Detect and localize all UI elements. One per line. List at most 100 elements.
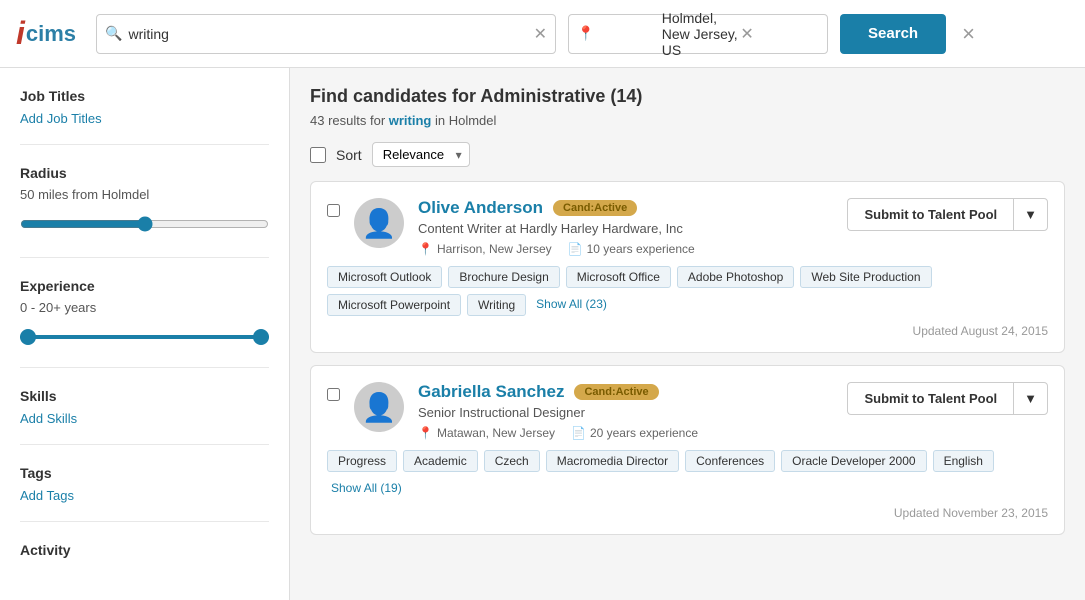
skills-label: Skills — [20, 388, 269, 404]
logo: i cims — [16, 15, 76, 52]
submit-to-talent-pool-button[interactable]: Submit to Talent Pool — [847, 382, 1013, 415]
experience-slider — [20, 325, 269, 349]
skill-tag: Conferences — [685, 450, 775, 472]
results-content: Find candidates for Administrative (14) … — [290, 68, 1085, 600]
candidate-meta: 📍 Matawan, New Jersey 📄 20 years experie… — [418, 426, 833, 440]
sidebar-skills: Skills Add Skills — [20, 388, 269, 445]
submit-dropdown-button[interactable]: ▼ — [1013, 198, 1048, 231]
add-tags-link[interactable]: Add Tags — [20, 488, 74, 503]
card-info: Olive Anderson Cand:Active Content Write… — [418, 198, 833, 256]
submit-to-talent-pool-button[interactable]: Submit to Talent Pool — [847, 198, 1013, 231]
experience-thumb-right[interactable] — [253, 329, 269, 345]
skill-tag: Adobe Photoshop — [677, 266, 794, 288]
sidebar-experience: Experience 0 - 20+ years — [20, 278, 269, 368]
location-search-box: 📍 Holmdel, New Jersey, US ✕ — [568, 14, 828, 54]
skill-tag: Oracle Developer 2000 — [781, 450, 926, 472]
location-clear-icon[interactable]: ✕ — [740, 24, 819, 44]
location-text: Matawan, New Jersey — [437, 426, 555, 440]
candidate-name-row: Gabriella Sanchez Cand:Active — [418, 382, 833, 402]
candidate-checkbox[interactable] — [327, 204, 340, 217]
candidate-title: Content Writer at Hardly Harley Hardware… — [418, 221, 833, 236]
keyword-input[interactable] — [128, 26, 533, 42]
skill-tag: English — [933, 450, 994, 472]
card-header: 👤 Olive Anderson Cand:Active Content Wri… — [327, 198, 1048, 256]
job-titles-label: Job Titles — [20, 88, 269, 104]
skill-tag: Writing — [467, 294, 526, 316]
updated-text: Updated August 24, 2015 — [327, 324, 1048, 338]
activity-label: Activity — [20, 542, 269, 558]
select-all-checkbox[interactable] — [310, 147, 326, 163]
skill-tag: Brochure Design — [448, 266, 559, 288]
skills-row: Microsoft Outlook Brochure Design Microsof… — [327, 266, 1048, 316]
radius-slider[interactable] — [20, 216, 269, 232]
show-all-link[interactable]: Show All (19) — [327, 478, 406, 498]
experience-text: 10 years experience — [587, 242, 695, 256]
sort-bar: Sort Relevance — [310, 142, 1065, 167]
add-job-titles-link[interactable]: Add Job Titles — [20, 111, 102, 126]
skills-row: Progress Academic Czech Macromedia Director… — [327, 450, 1048, 498]
experience-meta-icon: 📄 — [571, 426, 586, 440]
candidate-title: Senior Instructional Designer — [418, 405, 833, 420]
experience-track — [20, 335, 269, 339]
keyword-search-box: 🔍 ✕ — [96, 14, 556, 54]
experience-meta: 📄 20 years experience — [571, 426, 698, 440]
avatar: 👤 — [354, 198, 404, 248]
keyword-clear-icon[interactable]: ✕ — [534, 24, 547, 44]
skill-tag: Czech — [484, 450, 540, 472]
avatar-icon: 👤 — [362, 207, 397, 240]
skill-tag: Microsoft Outlook — [327, 266, 442, 288]
avatar-icon: 👤 — [362, 391, 397, 424]
candidate-list: 👤 Olive Anderson Cand:Active Content Wri… — [310, 181, 1065, 535]
logo-cims: cims — [26, 21, 76, 47]
experience-label: Experience — [20, 278, 269, 294]
results-suffix: in Holmdel — [431, 113, 496, 128]
status-badge: Cand:Active — [553, 200, 637, 216]
skill-tag: Macromedia Director — [546, 450, 679, 472]
candidate-name-row: Olive Anderson Cand:Active — [418, 198, 833, 218]
sort-select[interactable]: Relevance — [372, 142, 470, 167]
location-meta: 📍 Harrison, New Jersey — [418, 242, 552, 256]
avatar: 👤 — [354, 382, 404, 432]
radius-value: 50 miles from Holmdel — [20, 187, 269, 202]
location-meta-icon: 📍 — [418, 426, 433, 440]
card-info: Gabriella Sanchez Cand:Active Senior Ins… — [418, 382, 833, 440]
sidebar-tags: Tags Add Tags — [20, 465, 269, 522]
updated-text: Updated November 23, 2015 — [327, 506, 1048, 520]
sidebar-activity: Activity — [20, 542, 269, 582]
card-actions: Submit to Talent Pool ▼ — [847, 198, 1048, 231]
results-keyword: writing — [389, 113, 432, 128]
candidate-checkbox[interactable] — [327, 388, 340, 401]
location-text: Harrison, New Jersey — [437, 242, 552, 256]
add-skills-link[interactable]: Add Skills — [20, 411, 77, 426]
candidate-name[interactable]: Gabriella Sanchez — [418, 382, 564, 402]
sidebar-job-titles: Job Titles Add Job Titles — [20, 88, 269, 145]
candidate-name[interactable]: Olive Anderson — [418, 198, 543, 218]
search-icon: 🔍 — [105, 25, 122, 42]
experience-thumb-left[interactable] — [20, 329, 36, 345]
experience-value: 0 - 20+ years — [20, 300, 269, 315]
results-info: 43 results for writing in Holmdel — [310, 113, 1065, 128]
sidebar: Job Titles Add Job Titles Radius 50 mile… — [0, 68, 290, 600]
location-meta-icon: 📍 — [418, 242, 433, 256]
header: i cims 🔍 ✕ 📍 Holmdel, New Jersey, US ✕ S… — [0, 0, 1085, 68]
status-badge: Cand:Active — [574, 384, 658, 400]
skill-tag: Academic — [403, 450, 478, 472]
logo-i: i — [16, 15, 25, 52]
main-layout: Job Titles Add Job Titles Radius 50 mile… — [0, 68, 1085, 600]
search-button[interactable]: Search — [840, 14, 946, 54]
skill-tag: Progress — [327, 450, 397, 472]
sort-label: Sort — [336, 147, 362, 163]
experience-meta-icon: 📄 — [568, 242, 583, 256]
candidate-meta: 📍 Harrison, New Jersey 📄 10 years experi… — [418, 242, 833, 256]
radius-label: Radius — [20, 165, 269, 181]
sort-select-wrapper: Relevance — [372, 142, 470, 167]
show-all-link[interactable]: Show All (23) — [532, 294, 611, 316]
location-icon: 📍 — [577, 25, 656, 42]
skill-tag: Microsoft Office — [566, 266, 671, 288]
tags-label: Tags — [20, 465, 269, 481]
radius-slider-container — [20, 212, 269, 239]
skill-tag: Web Site Production — [800, 266, 931, 288]
results-prefix: 43 results for — [310, 113, 389, 128]
submit-dropdown-button[interactable]: ▼ — [1013, 382, 1048, 415]
close-button[interactable]: × — [962, 21, 975, 47]
